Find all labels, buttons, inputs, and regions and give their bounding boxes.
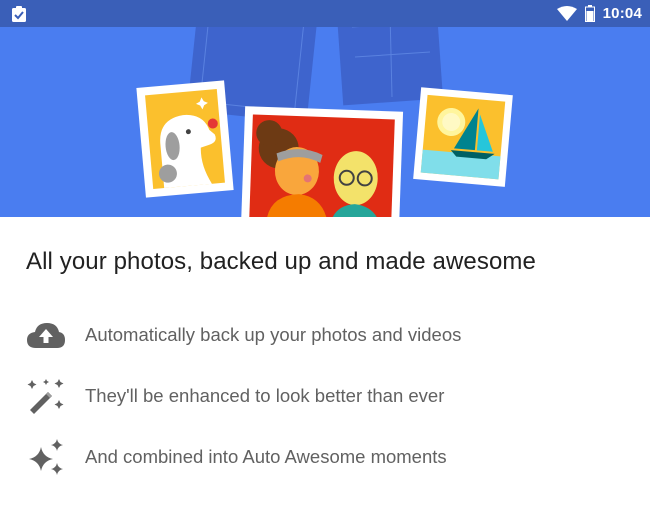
cloud-upload-icon — [26, 315, 66, 355]
status-right: 10:04 — [556, 0, 642, 27]
feature-awesome: And combined into Auto Awesome moments — [0, 437, 650, 477]
sparkles-icon — [26, 437, 66, 477]
battery-icon — [584, 5, 595, 22]
feature-text: They'll be enhanced to look better than … — [85, 385, 445, 406]
status-bar: 10:04 — [0, 0, 650, 27]
status-time: 10:04 — [602, 5, 642, 22]
feature-text: And combined into Auto Awesome moments — [85, 446, 447, 467]
feature-text: Automatically back up your photos and vi… — [85, 324, 462, 345]
magic-wand-icon — [26, 376, 66, 416]
hero-illustration — [136, 27, 513, 217]
hero-banner — [0, 27, 650, 217]
clipboard-check-icon — [12, 6, 26, 22]
feature-backup: Automatically back up your photos and vi… — [0, 315, 650, 355]
feature-enhance: They'll be enhanced to look better than … — [0, 376, 650, 416]
sailboat-photo — [413, 87, 513, 187]
page-title: All your photos, backed up and made awes… — [26, 248, 536, 275]
onboarding-content: All your photos, backed up and made awes… — [0, 217, 650, 521]
dog-photo — [136, 80, 234, 198]
wifi-icon — [556, 5, 577, 21]
people-photo — [240, 106, 404, 217]
